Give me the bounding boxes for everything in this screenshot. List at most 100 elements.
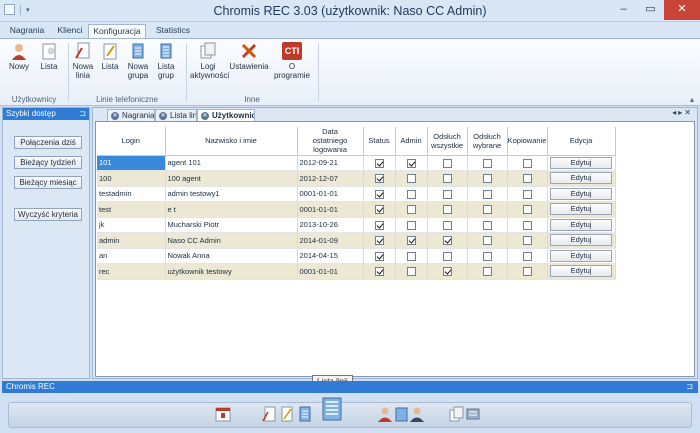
today-calls-button[interactable]: Połączenia dziś — [14, 136, 82, 149]
copying-checkbox[interactable] — [522, 158, 532, 168]
status-checkbox[interactable] — [374, 236, 384, 245]
admin-checkbox[interactable] — [406, 236, 416, 245]
status-checkbox[interactable] — [374, 174, 384, 183]
status-checkbox[interactable] — [374, 251, 384, 261]
table-row[interactable]: testadmin admin testowy1 0001-01-01 Edytuj — [97, 186, 616, 202]
doc-tab-nagrania[interactable]: ✕ Nagrania — [107, 109, 155, 121]
copying-checkbox[interactable] — [522, 174, 532, 183]
listen-all-checkbox[interactable] — [442, 174, 452, 183]
export-icon[interactable] — [465, 406, 481, 422]
listen-all-checkbox[interactable] — [442, 205, 452, 214]
close-tab-icon[interactable]: ✕ — [111, 112, 119, 120]
status-checkbox[interactable] — [374, 189, 384, 199]
doc-tab-users[interactable]: ✕ Użytkownicy — [197, 109, 255, 121]
user-add-icon[interactable] — [377, 406, 393, 422]
tab-konfiguracja[interactable]: Konfiguracja — [88, 24, 146, 38]
table-row[interactable]: rec użytkownik testowy 0001-01-01 Edytuj — [97, 263, 616, 280]
edit-button[interactable]: Edytuj — [550, 249, 612, 262]
status-checkbox[interactable] — [374, 158, 384, 168]
copying-checkbox[interactable] — [522, 267, 532, 276]
close-tab-icon[interactable]: ✕ — [201, 112, 209, 120]
user-list-button[interactable]: Lista — [36, 42, 62, 71]
copying-checkbox[interactable] — [522, 205, 532, 214]
listen-all-checkbox[interactable] — [442, 158, 452, 168]
table-row[interactable]: admin Naso CC Admin 2014-01-09 Edytuj — [97, 232, 616, 249]
tab-navigation[interactable]: ◂▸✕ — [672, 108, 693, 117]
edit-button[interactable]: Edytuj — [550, 234, 612, 247]
edit-button[interactable]: Edytuj — [550, 218, 612, 231]
current-week-button[interactable]: Bieżący tydzień — [14, 156, 82, 169]
pin-icon[interactable]: ⊐ — [79, 108, 86, 120]
col-listen-all[interactable]: Odsłuch wszystkie — [427, 127, 468, 156]
listen-selected-checkbox[interactable] — [482, 220, 492, 230]
tab-nagrania[interactable]: Nagrania — [6, 24, 48, 38]
col-last-login[interactable]: Data ostatniego logowania — [297, 127, 364, 156]
restore-button[interactable]: ▭ — [637, 0, 664, 20]
edit-button[interactable]: Edytuj — [550, 172, 612, 185]
calendar-icon[interactable] — [215, 406, 231, 422]
admin-checkbox[interactable] — [406, 251, 416, 261]
listen-all-checkbox[interactable] — [442, 251, 452, 261]
edit-button[interactable]: Edytuj — [550, 265, 612, 278]
status-checkbox[interactable] — [374, 205, 384, 214]
col-listen-selected[interactable]: Odsłuch wybrane — [467, 127, 508, 156]
activity-logs-button[interactable]: Logi aktywności — [190, 42, 229, 80]
listen-all-checkbox[interactable] — [442, 267, 452, 276]
admin-checkbox[interactable] — [406, 189, 416, 199]
pin-icon[interactable]: ⊐ — [686, 381, 693, 393]
line-list-icon[interactable] — [279, 406, 295, 422]
listen-selected-checkbox[interactable] — [482, 189, 492, 199]
new-group-button[interactable]: Nowa grupa — [124, 42, 152, 80]
new-user-button[interactable]: Nowy — [6, 42, 32, 71]
admin-checkbox[interactable] — [406, 158, 416, 168]
col-status[interactable]: Status — [363, 127, 396, 156]
admin-checkbox[interactable] — [406, 205, 416, 214]
new-line-icon[interactable] — [261, 406, 277, 422]
admin-checkbox[interactable] — [406, 220, 416, 230]
copying-checkbox[interactable] — [522, 220, 532, 230]
status-checkbox[interactable] — [374, 220, 384, 230]
col-login[interactable]: Login — [97, 127, 166, 156]
copying-checkbox[interactable] — [522, 236, 532, 245]
current-month-button[interactable]: Bieżący miesiąc — [14, 176, 82, 189]
logs-icon[interactable] — [449, 406, 465, 422]
col-copying[interactable]: Kopiowanie — [507, 127, 548, 156]
listen-selected-checkbox[interactable] — [482, 236, 492, 245]
edit-button[interactable]: Edytuj — [550, 203, 612, 216]
group-list-button[interactable]: Lista grup — [153, 42, 179, 80]
admin-checkbox[interactable] — [406, 267, 416, 276]
minimize-button[interactable]: – — [610, 0, 637, 20]
copying-checkbox[interactable] — [522, 251, 532, 261]
col-edit[interactable]: Edycja — [547, 127, 616, 156]
group-list-icon[interactable] — [321, 397, 343, 421]
user-settings-icon[interactable] — [409, 406, 425, 422]
listen-selected-checkbox[interactable] — [482, 158, 492, 168]
ribbon-collapse-icon[interactable]: ▴ — [690, 95, 694, 104]
listen-selected-checkbox[interactable] — [482, 267, 492, 276]
listen-selected-checkbox[interactable] — [482, 251, 492, 261]
listen-all-checkbox[interactable] — [442, 220, 452, 230]
edit-button[interactable]: Edytuj — [550, 187, 612, 200]
user-list-icon[interactable] — [394, 406, 410, 422]
col-admin[interactable]: Admin — [395, 127, 428, 156]
col-name[interactable]: Nazwisko i imie — [165, 127, 298, 156]
tab-statistics[interactable]: Statistics — [150, 24, 196, 38]
about-button[interactable]: CTI O programie — [272, 42, 312, 80]
close-button[interactable]: ✕ — [664, 0, 700, 20]
copying-checkbox[interactable] — [522, 189, 532, 199]
table-row[interactable]: 100 100 agent 2012-12-07 Edytuj — [97, 170, 616, 187]
listen-all-checkbox[interactable] — [442, 189, 452, 199]
table-row[interactable]: 101 agent 101 2012-09-21 Edytuj — [97, 155, 616, 171]
listen-selected-checkbox[interactable] — [482, 205, 492, 214]
new-group-icon[interactable] — [297, 406, 313, 422]
settings-button[interactable]: Ustawienia — [228, 42, 270, 71]
clear-criteria-button[interactable]: Wyczyść kryteria — [14, 208, 82, 221]
table-row[interactable]: an Nowak Anna 2014-04-15 Edytuj — [97, 248, 616, 264]
admin-checkbox[interactable] — [406, 174, 416, 183]
new-line-button[interactable]: Nowa linia — [70, 42, 96, 80]
line-list-button[interactable]: Lista — [98, 42, 122, 71]
doc-tab-line-list[interactable]: ✕ Lista linii — [155, 109, 197, 121]
table-row[interactable]: jk Mucharski Piotr 2013-10-26 Edytuj — [97, 217, 616, 233]
edit-button[interactable]: Edytuj — [550, 156, 612, 169]
table-row[interactable]: test e t 0001-01-01 Edytuj — [97, 201, 616, 218]
